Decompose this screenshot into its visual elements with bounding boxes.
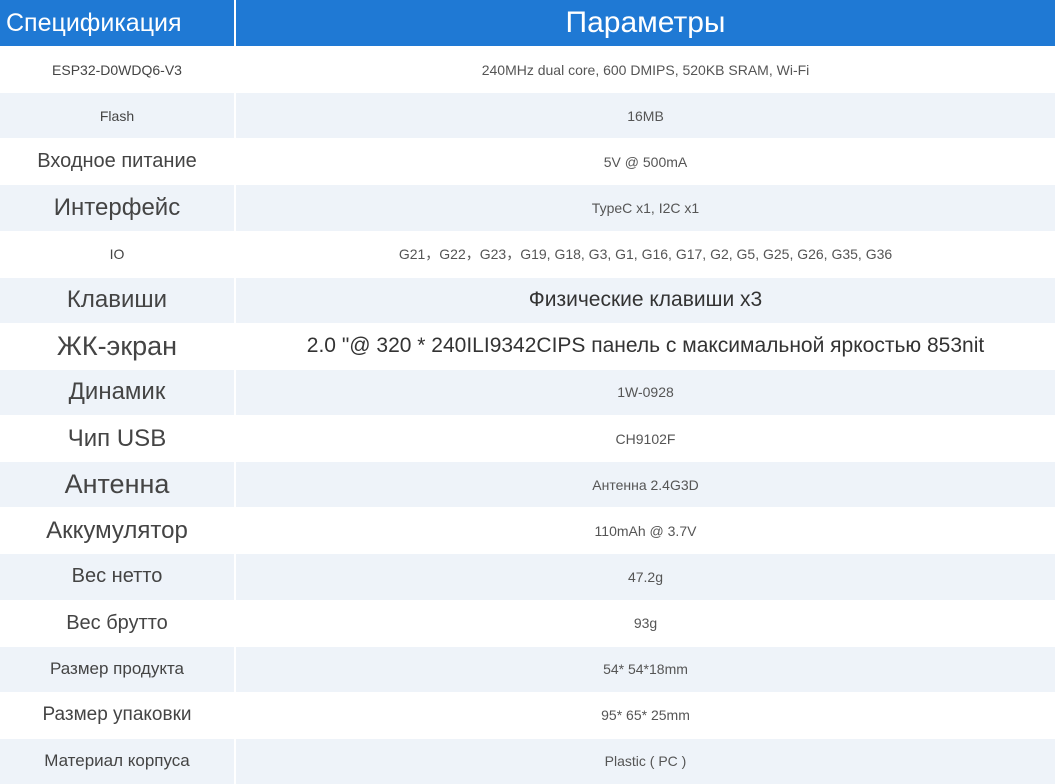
value-cell: TypeC x1, I2C x1 xyxy=(236,184,1055,231)
value-cell: G21，G22，G23，G19, G18, G3, G1, G16, G17, … xyxy=(236,230,1055,277)
spec-cell: Вес нетто xyxy=(0,553,236,600)
spec-cell: IO xyxy=(0,230,236,277)
spec-cell: Динамик xyxy=(0,368,236,415)
spec-cell: Материал корпуса xyxy=(0,737,236,784)
spec-table: Спецификация Параметры ESP32-D0WDQ6-V3 2… xyxy=(0,0,1055,784)
value-cell: 5V @ 500mA xyxy=(236,138,1055,185)
spec-cell: Входное питание xyxy=(0,138,236,185)
value-cell: Антенна 2.4G3D xyxy=(236,461,1055,508)
value-cell: 95* 65* 25mm xyxy=(236,691,1055,738)
spec-cell: Размер продукта xyxy=(0,645,236,692)
value-cell: 54* 54*18mm xyxy=(236,645,1055,692)
spec-cell: Интерфейс xyxy=(0,184,236,231)
header-params: Параметры xyxy=(236,0,1055,46)
spec-cell: ESP32-D0WDQ6-V3 xyxy=(0,46,236,93)
spec-cell: Аккумулятор xyxy=(0,507,236,554)
value-cell: 93g xyxy=(236,599,1055,646)
spec-cell: ЖК-экран xyxy=(0,322,236,369)
value-cell: CH9102F xyxy=(236,415,1055,462)
value-cell: Plastic ( PC ) xyxy=(236,737,1055,784)
spec-cell: Flash xyxy=(0,92,236,139)
value-cell: 240MHz dual core, 600 DMIPS, 520KB SRAM,… xyxy=(236,46,1055,93)
value-cell: 1W-0928 xyxy=(236,368,1055,415)
value-cell: 47.2g xyxy=(236,553,1055,600)
value-cell: 2.0 "@ 320 * 240ILI9342CIPS панель с мак… xyxy=(236,322,1055,369)
value-cell: Физические клавиши x3 xyxy=(236,276,1055,323)
value-cell: 16MB xyxy=(236,92,1055,139)
header-spec: Спецификация xyxy=(0,0,236,46)
spec-cell: Клавиши xyxy=(0,276,236,323)
spec-cell: Вес брутто xyxy=(0,599,236,646)
spec-cell: Антенна xyxy=(0,461,236,508)
spec-cell: Чип USB xyxy=(0,415,236,462)
value-cell: 110mAh @ 3.7V xyxy=(236,507,1055,554)
spec-cell: Размер упаковки xyxy=(0,691,236,738)
